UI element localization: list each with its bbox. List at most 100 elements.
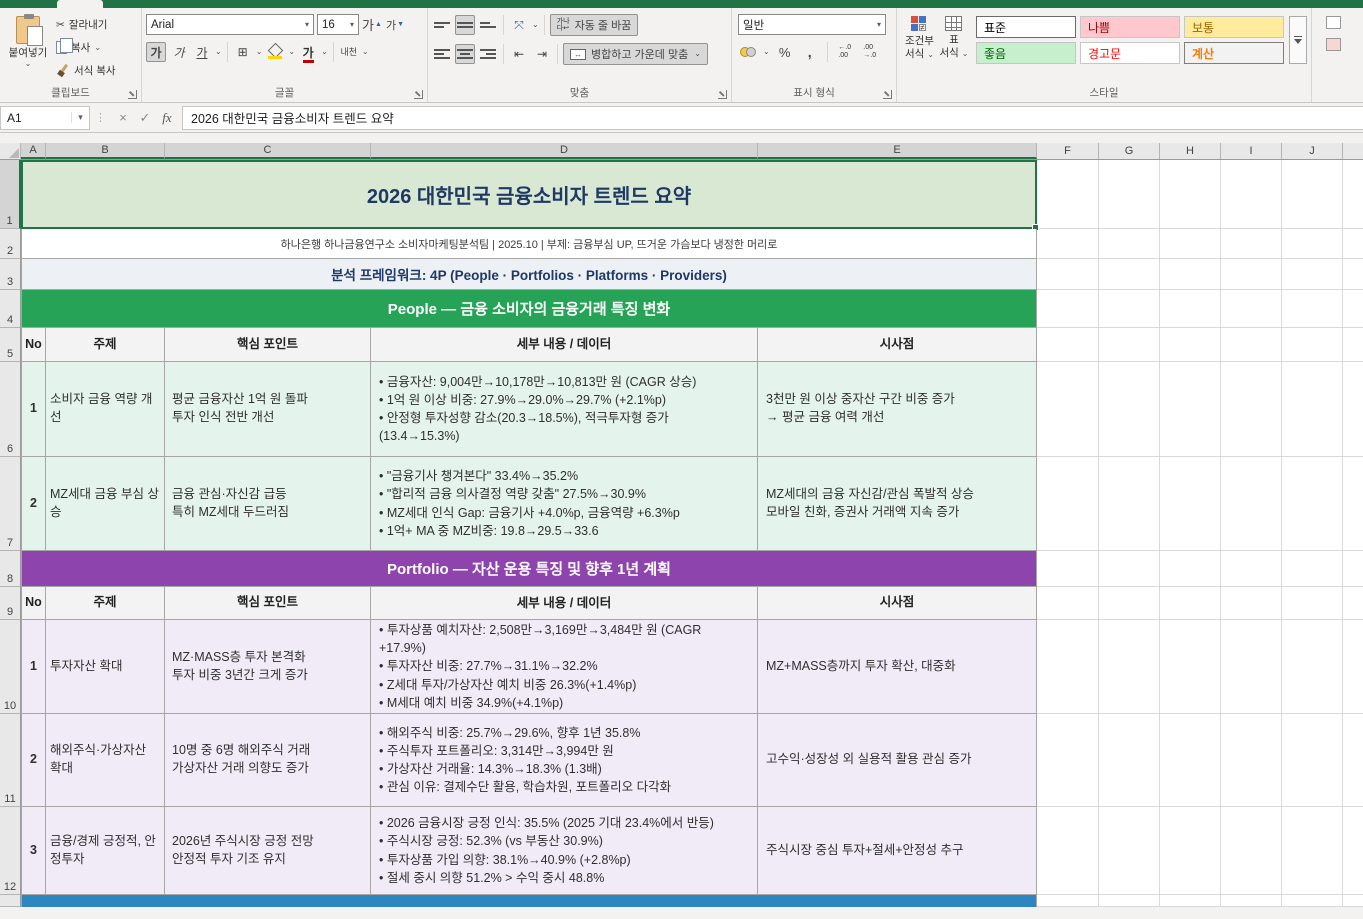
empty-cell[interactable] [1282, 620, 1343, 714]
empty-cell[interactable] [1037, 807, 1099, 895]
chevron-down-icon[interactable]: ▾ [71, 112, 89, 123]
fill-color-button[interactable] [265, 42, 285, 62]
empty-cell[interactable] [1282, 457, 1343, 551]
empty-cell[interactable] [1160, 328, 1221, 362]
empty-cell[interactable] [1160, 160, 1221, 229]
clipboard-dialog-launcher-icon[interactable] [128, 90, 137, 99]
empty-cell[interactable] [1282, 714, 1343, 807]
empty-cell[interactable] [1037, 457, 1099, 551]
empty-cell[interactable] [1160, 362, 1221, 457]
empty-cell[interactable] [1037, 551, 1099, 587]
column-header-J[interactable]: J [1282, 143, 1343, 159]
cell-insight[interactable]: 주식시장 중심 투자+절세+안정성 추구 [758, 807, 1037, 895]
empty-cell[interactable] [1221, 895, 1282, 907]
paste-button[interactable]: 붙여넣기 ⌄ [4, 14, 52, 84]
chevron-down-icon[interactable]: ⌄ [321, 48, 328, 56]
empty-cell[interactable] [1160, 290, 1221, 328]
empty-cell[interactable] [1160, 457, 1221, 551]
underline-button[interactable]: 가 [192, 42, 212, 62]
cell-detail[interactable]: • 해외주식 비중: 25.7%→29.6%, 향후 1년 35.8% • 주식… [371, 714, 758, 807]
header-topic[interactable]: 주제 [46, 328, 165, 362]
left-align-button[interactable] [432, 44, 452, 64]
empty-cell[interactable] [1160, 551, 1221, 587]
empty-cell[interactable] [1221, 290, 1282, 328]
empty-cell[interactable] [1221, 160, 1282, 229]
empty-cell[interactable] [1282, 551, 1343, 587]
empty-cell[interactable] [1099, 290, 1160, 328]
header-point[interactable]: 핵심 포인트 [165, 328, 371, 362]
empty-cell[interactable] [1037, 362, 1099, 457]
cell-no[interactable]: 1 [21, 620, 46, 714]
decrease-indent-button[interactable]: ⇤ [509, 44, 529, 64]
empty-cell[interactable] [1099, 229, 1160, 259]
font-color-button[interactable]: 가 [298, 42, 318, 62]
cell-style-neutral[interactable]: 보통 [1184, 16, 1284, 38]
cell-detail[interactable]: • 금융자산: 9,004만→10,178만→10,813만 원 (CAGR 상… [371, 362, 758, 457]
empty-cell[interactable] [1099, 457, 1160, 551]
row-header-7[interactable]: 7 [0, 457, 21, 551]
column-header-F[interactable]: F [1037, 143, 1099, 159]
chevron-down-icon[interactable]: ⌄ [215, 48, 222, 56]
bold-button[interactable]: 가 [146, 42, 166, 62]
top-align-button[interactable] [432, 15, 452, 35]
cell-style-warning[interactable]: 경고문 [1080, 42, 1180, 64]
empty-cell[interactable] [1037, 290, 1099, 328]
column-header-A[interactable]: A [21, 143, 46, 159]
cell-topic[interactable]: 해외주식·가상자산 확대 [46, 714, 165, 807]
empty-cell[interactable] [1160, 229, 1221, 259]
empty-cell[interactable] [1160, 620, 1221, 714]
cancel-button[interactable]: × [112, 110, 134, 125]
cell-detail[interactable]: • "금융기사 챙겨본다" 33.4%→35.2% • "합리적 금융 의사결정… [371, 457, 758, 551]
empty-cell[interactable] [1037, 895, 1099, 907]
next-section-banner-partial[interactable] [21, 895, 1037, 907]
row-header-13[interactable] [0, 895, 21, 907]
merge-center-button[interactable]: ↔ 병합하고 가운데 맞춤 ⌄ [563, 43, 708, 65]
empty-cell[interactable] [1221, 362, 1282, 457]
phonetic-button[interactable]: 내천 [339, 42, 359, 62]
empty-cell[interactable] [1037, 160, 1099, 229]
header-insight[interactable]: 시사점 [758, 328, 1037, 362]
empty-cell[interactable] [1282, 229, 1343, 259]
row-header-8[interactable]: 8 [0, 551, 21, 587]
increase-font-size-button[interactable]: 가▲ [362, 15, 382, 35]
empty-cell[interactable] [1099, 551, 1160, 587]
alignment-dialog-launcher-icon[interactable] [718, 90, 727, 99]
empty-cell[interactable] [1160, 259, 1221, 290]
cell-insight[interactable]: MZ+MASS층까지 투자 확산, 대중화 [758, 620, 1037, 714]
cell-insight[interactable]: 3천만 원 이상 중자산 구간 비중 증가 → 평균 금융 여력 개선 [758, 362, 1037, 457]
cell-point[interactable]: 2026년 주식시장 긍정 전망 안정적 투자 기조 유지 [165, 807, 371, 895]
cut-button[interactable]: ✂ 잘라내기 [54, 14, 118, 35]
cell-detail[interactable]: • 투자상품 예치자산: 2,508만→3,169만→3,484만 원 (CAG… [371, 620, 758, 714]
row-header-1[interactable]: 1 [0, 160, 21, 229]
insert-function-button[interactable]: fx [156, 110, 178, 126]
empty-cell[interactable] [1160, 807, 1221, 895]
comma-style-button[interactable]: , [800, 42, 820, 62]
row-header-9[interactable]: 9 [0, 587, 21, 620]
cell-no[interactable]: 2 [21, 457, 46, 551]
empty-cell[interactable] [1221, 457, 1282, 551]
chevron-down-icon[interactable]: ⌄ [288, 48, 295, 56]
cell-style-normal[interactable]: 표준 [976, 16, 1076, 38]
select-all-corner[interactable] [0, 143, 21, 159]
empty-cell[interactable] [1160, 895, 1221, 907]
font-name-combobox[interactable]: Arial▾ [146, 14, 314, 35]
empty-cell[interactable] [1282, 259, 1343, 290]
subtitle-cell[interactable]: 하나은행 하나금융연구소 소비자마케팅분석팀 | 2025.10 | 부제: 금… [21, 229, 1037, 259]
delete-icon[interactable] [1326, 38, 1341, 51]
increase-indent-button[interactable]: ⇥ [532, 44, 552, 64]
accounting-format-button[interactable] [738, 42, 758, 62]
empty-cell[interactable] [1282, 328, 1343, 362]
header-topic[interactable]: 주제 [46, 587, 165, 620]
row-header-3[interactable]: 3 [0, 259, 21, 290]
cell-style-calculation[interactable]: 계산 [1184, 42, 1284, 64]
empty-cell[interactable] [1282, 807, 1343, 895]
row-header-12[interactable]: 12 [0, 807, 21, 895]
cell-insight[interactable]: 고수익·성장성 외 실용적 활용 관심 증가 [758, 714, 1037, 807]
cell-topic[interactable]: 소비자 금융 역량 개선 [46, 362, 165, 457]
empty-cell[interactable] [1037, 620, 1099, 714]
chevron-down-icon[interactable]: ⌄ [362, 48, 369, 56]
decrease-font-size-button[interactable]: 가▼ [385, 15, 405, 35]
increase-decimal-button[interactable]: ←.0 .00 [835, 42, 855, 62]
center-align-button[interactable] [455, 44, 475, 64]
empty-cell[interactable] [1099, 587, 1160, 620]
